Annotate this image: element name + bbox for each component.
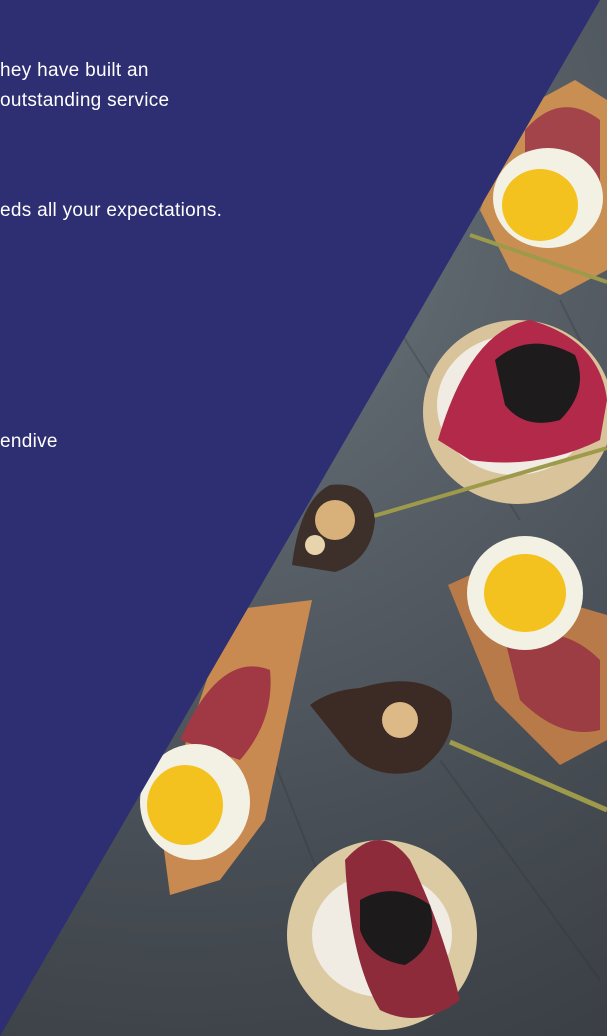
page: hey have built an outstanding service ed… [0,0,607,1036]
navy-panel [0,0,600,1036]
